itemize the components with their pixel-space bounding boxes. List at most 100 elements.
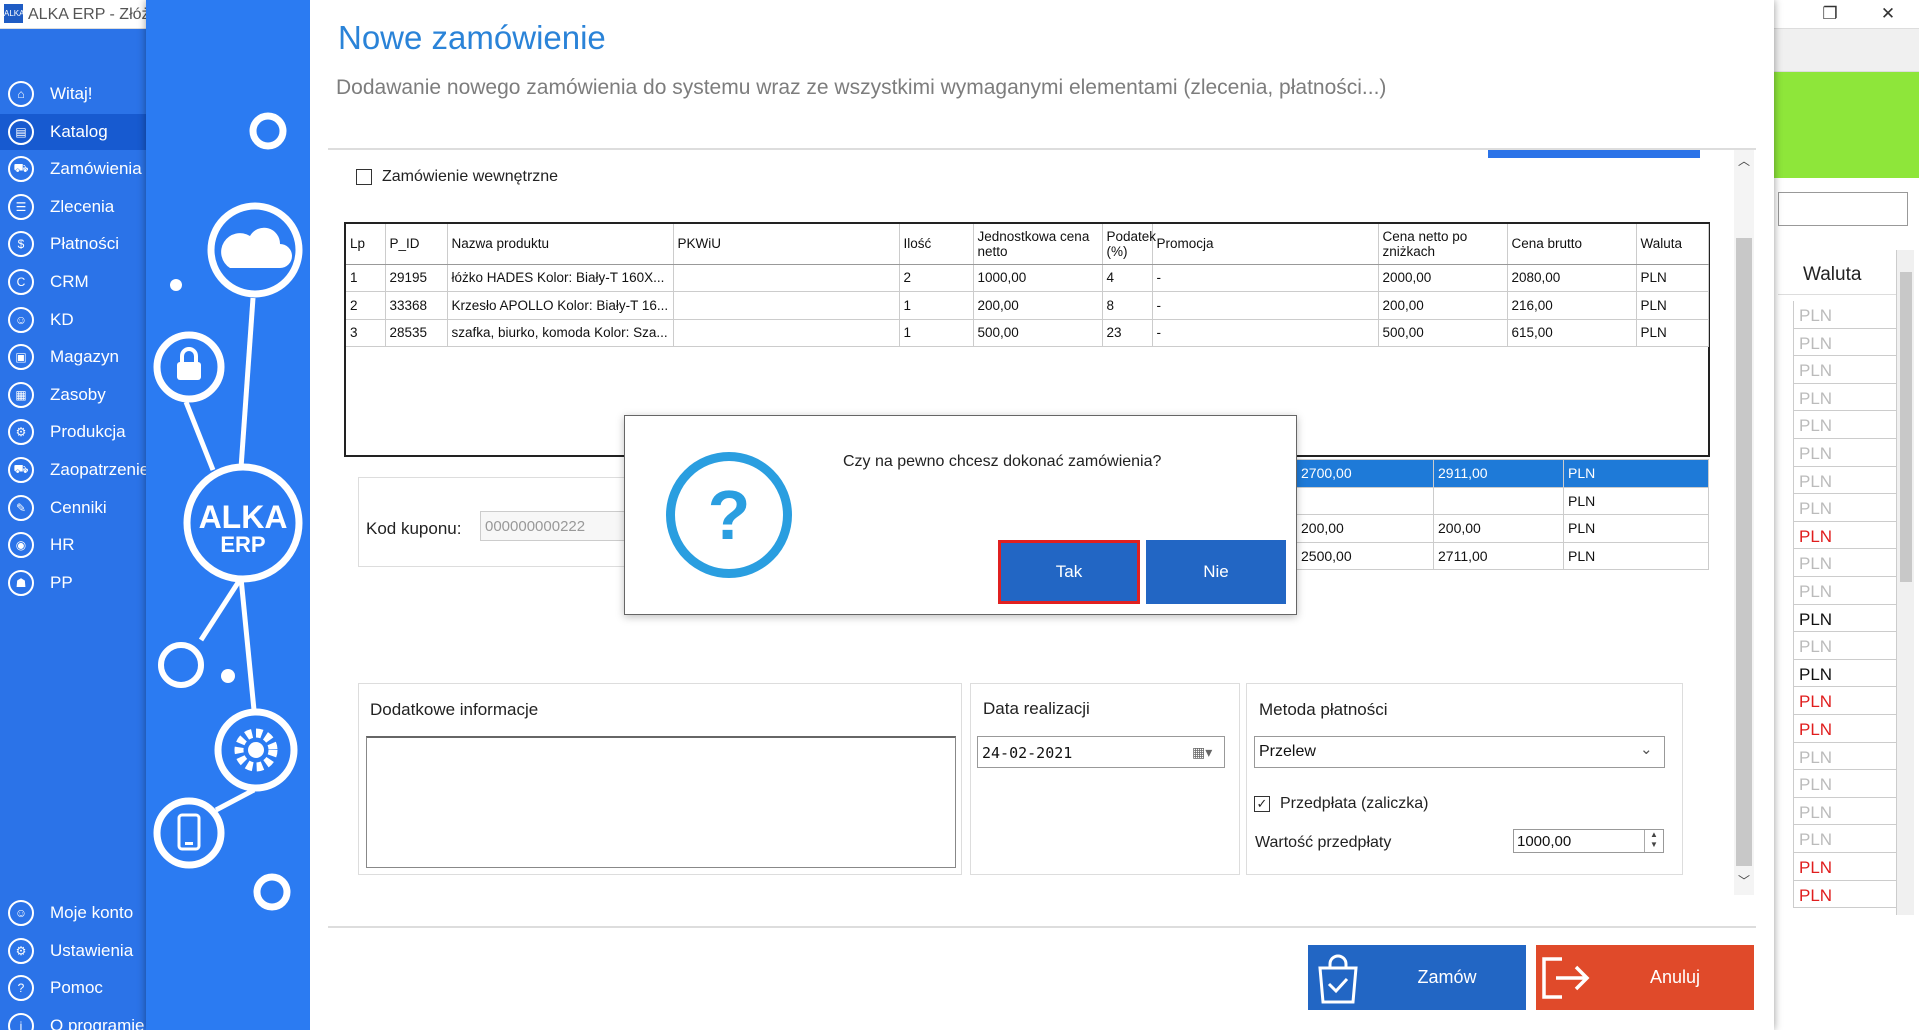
- background-search-input[interactable]: [1778, 192, 1908, 226]
- table-row[interactable]: 1 29195 łóżko HADES Kolor: Biały-T 160X...…: [346, 264, 1709, 292]
- summary-row[interactable]: 2500,00 2711,00 PLN: [1296, 541, 1709, 570]
- summary-row[interactable]: 2700,00 2911,00 PLN: [1296, 459, 1709, 488]
- table-row[interactable]: 2 33368 Krzesło APOLLO Kolor: Biały-T 16..…: [346, 291, 1709, 320]
- sidebar-item-witaj-[interactable]: ⌂ Witaj!: [0, 76, 146, 112]
- background-list-cell[interactable]: PLN: [1793, 604, 1896, 633]
- table-cell: 23: [1102, 319, 1153, 347]
- realization-date-input[interactable]: 24-02-2021: [977, 736, 1225, 768]
- summary-cell: [1433, 486, 1564, 515]
- background-list-cell[interactable]: PLN: [1793, 632, 1896, 660]
- background-list-cell[interactable]: PLN: [1793, 715, 1896, 743]
- sidebar-item-magazyn[interactable]: ▣ Magazyn: [0, 339, 146, 375]
- sidebar-item-label: CRM: [50, 272, 89, 291]
- background-list-cell[interactable]: PLN: [1793, 466, 1896, 495]
- internal-order-checkbox[interactable]: Zamówienie wewnętrzne: [356, 168, 558, 186]
- background-list-cell[interactable]: PLN: [1793, 770, 1896, 798]
- sidebar-item-pp[interactable]: ☗ PP: [0, 565, 146, 601]
- background-column-header[interactable]: Waluta: [1778, 250, 1896, 295]
- background-list-cell[interactable]: PLN: [1793, 494, 1896, 522]
- no-button[interactable]: Nie: [1146, 540, 1286, 604]
- background-toolbar: [1773, 29, 1919, 72]
- sidebar-item-kd[interactable]: ☺ KD: [0, 302, 146, 338]
- sidebar-item-zasoby[interactable]: ▦ Zasoby: [0, 377, 146, 413]
- main-scrollbar[interactable]: ︿ ﹀: [1734, 150, 1754, 895]
- sidebar-item-cenniki[interactable]: ✎ Cenniki: [0, 490, 146, 526]
- summary-row[interactable]: PLN: [1296, 486, 1709, 515]
- sidebar-item-o-programie[interactable]: i O programie: [0, 1008, 146, 1030]
- cancel-button-label: Anuluj: [1649, 967, 1701, 987]
- additional-info-textarea[interactable]: [366, 736, 956, 868]
- background-list-cell[interactable]: PLN: [1793, 411, 1896, 439]
- coupon-input[interactable]: 000000000222: [480, 511, 640, 541]
- column-header[interactable]: Promocja: [1152, 224, 1379, 265]
- table-cell: 1: [346, 264, 386, 292]
- calendar-icon[interactable]: ▦▾: [1192, 744, 1212, 761]
- sidebar-item-zaopatrzenie[interactable]: ⛟ Zaopatrzenie: [0, 452, 149, 488]
- background-list-cell[interactable]: PLN: [1793, 797, 1896, 826]
- partial-button[interactable]: [1488, 150, 1700, 158]
- column-header[interactable]: Waluta: [1636, 224, 1709, 265]
- home-icon: ⌂: [8, 81, 34, 107]
- background-list-cell[interactable]: PLN: [1793, 687, 1896, 715]
- background-list-cell[interactable]: PLN: [1793, 577, 1896, 605]
- sidebar-item-zlecenia[interactable]: ☰ Zlecenia: [0, 189, 146, 225]
- sidebar-item-ustawienia[interactable]: ⚙ Ustawienia: [0, 933, 146, 969]
- prepayment-value-input[interactable]: 1000,00: [1513, 829, 1664, 853]
- sidebar-item-label: O programie: [50, 1015, 145, 1030]
- sidebar-item-zam-wienia[interactable]: ⛟ Zamówienia: [0, 151, 146, 187]
- grid-header-row: Lp P_ID Nazwa produktu PKWiU Ilość Jednostkow…: [346, 224, 1709, 265]
- background-list-cell[interactable]: PLN: [1793, 356, 1896, 384]
- production-icon: ⚙: [8, 419, 34, 446]
- payment-method-title: Metoda płatności: [1259, 700, 1388, 719]
- column-header[interactable]: Nazwa produktu: [447, 224, 674, 265]
- prepayment-checkbox[interactable]: ✓ Przedpłata (zaliczka): [1254, 795, 1429, 813]
- column-header[interactable]: Ilość: [899, 224, 974, 265]
- table-cell: 2080,00: [1507, 264, 1637, 292]
- summary-cell: 2911,00: [1433, 459, 1564, 488]
- yes-button[interactable]: Tak: [998, 540, 1140, 604]
- sidebar-item-p-atno-ci[interactable]: $ Płatności: [0, 226, 146, 262]
- checkbox-box[interactable]: [356, 169, 372, 185]
- column-header[interactable]: Cena netto po zniżkach: [1378, 224, 1508, 265]
- restore-icon[interactable]: ❐: [1815, 4, 1845, 24]
- background-green-banner: [1773, 72, 1919, 178]
- summary-row[interactable]: 200,00 200,00 PLN: [1296, 514, 1709, 543]
- chevron-down-icon[interactable]: ⌄: [1640, 740, 1653, 758]
- sidebar-item-label: Katalog: [50, 121, 108, 141]
- sidebar-item-crm[interactable]: C CRM: [0, 264, 146, 300]
- sidebar-item-katalog[interactable]: ▤ Katalog: [0, 113, 146, 150]
- background-list-cell[interactable]: PLN: [1793, 549, 1896, 577]
- column-header[interactable]: Cena brutto: [1507, 224, 1637, 265]
- sidebar-item-produkcja[interactable]: ⚙ Produkcja: [0, 414, 146, 450]
- prepayment-label: Przedpłata (zaliczka): [1280, 795, 1429, 812]
- sidebar-item-pomoc[interactable]: ? Pomoc: [0, 970, 146, 1006]
- sidebar-item-hr[interactable]: ◉ HR: [0, 527, 146, 563]
- background-scrollbar[interactable]: [1896, 250, 1914, 915]
- spinner-arrows-icon[interactable]: ▲ ▼: [1644, 830, 1663, 852]
- cancel-button[interactable]: Anuluj: [1536, 945, 1754, 1010]
- internal-order-label: Zamówienie wewnętrzne: [382, 168, 559, 185]
- background-list-cell[interactable]: PLN: [1793, 853, 1896, 881]
- background-list-cell[interactable]: PLN: [1793, 383, 1896, 412]
- background-list-cell[interactable]: PLN: [1793, 742, 1896, 771]
- background-list-cell[interactable]: PLN: [1793, 825, 1896, 853]
- background-list-cell[interactable]: PLN: [1793, 880, 1896, 909]
- column-header[interactable]: Podatek (%): [1102, 224, 1156, 265]
- close-icon[interactable]: ✕: [1873, 4, 1903, 24]
- sidebar-item-moje-konto[interactable]: ☺ Moje konto: [0, 895, 146, 931]
- column-header[interactable]: P_ID: [385, 224, 448, 265]
- table-cell: 615,00: [1507, 319, 1637, 347]
- checkbox-box[interactable]: ✓: [1254, 796, 1270, 812]
- table-row[interactable]: 3 28535 szafka, biurko, komoda Kolor: Sza.…: [346, 319, 1709, 347]
- column-header[interactable]: Lp: [346, 224, 386, 265]
- order-button[interactable]: Zamów: [1308, 945, 1526, 1010]
- background-list-cell[interactable]: PLN: [1793, 521, 1896, 550]
- column-header[interactable]: PKWiU: [673, 224, 900, 265]
- payment-method-select[interactable]: Przelew: [1254, 736, 1665, 768]
- background-list-cell[interactable]: PLN: [1793, 328, 1896, 357]
- sidebar-item-label: PP: [50, 572, 73, 592]
- background-list-cell[interactable]: PLN: [1793, 301, 1896, 329]
- column-header[interactable]: Jednostkowa cena netto: [973, 224, 1103, 265]
- background-list-cell[interactable]: PLN: [1793, 439, 1896, 467]
- background-list-cell[interactable]: PLN: [1793, 659, 1896, 688]
